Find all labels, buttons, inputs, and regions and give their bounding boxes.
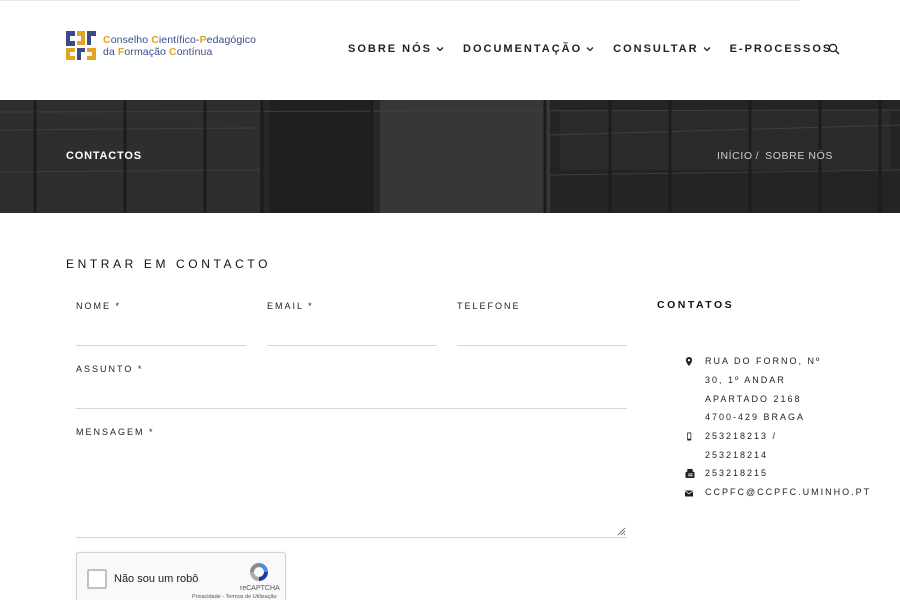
nav-label: E-PROCESSOS (729, 43, 833, 55)
email-link[interactable]: CCPFC@CCPFC.UMINHO.PT (705, 483, 871, 502)
site-logo[interactable]: Conselho Científico-Pedagógico da Formaç… (66, 31, 256, 60)
resize-grip-icon[interactable] (617, 527, 626, 536)
logo-word: ormação (124, 45, 169, 58)
recaptcha-label: Não sou um robô (114, 573, 199, 585)
nav-item-documentacao[interactable]: DOCUMENTAÇÃO (463, 43, 594, 55)
breadcrumb: INÍCIO / SOBRE NÓS (717, 150, 833, 162)
breadcrumb-sobre-nos[interactable]: SOBRE NÓS (765, 150, 833, 162)
logo-word: ientífico- (158, 33, 200, 46)
assunto-field[interactable] (76, 387, 627, 409)
breadcrumb-inicio[interactable]: INÍCIO (717, 150, 753, 162)
nav-item-e-processos[interactable]: E-PROCESSOS (730, 43, 833, 55)
mensagem-textarea[interactable] (76, 448, 627, 538)
logo-initial-c: C (103, 33, 111, 46)
recaptcha-widget: Não sou um robô reCAPTCHA Privacidade - … (76, 552, 286, 600)
nav-label: CONSULTAR (613, 43, 699, 55)
nav-label: SOBRE NÓS (348, 43, 433, 55)
address-line: APARTADO 2168 (705, 394, 802, 404)
mobile-phone-icon (687, 432, 692, 441)
email-field[interactable] (267, 324, 437, 346)
envelope-icon (685, 490, 693, 497)
logo-word: onselho (110, 33, 152, 46)
search-icon[interactable] (828, 43, 840, 55)
logo-word: da (103, 45, 118, 58)
chevron-down-icon (586, 47, 594, 52)
logo-initial-c: C (151, 33, 159, 46)
page-banner: CONTACTOS INÍCIO / SOBRE NÓS (0, 100, 900, 213)
address-line: 30, 1º ANDAR (705, 375, 786, 385)
contacts-title: CONTATOS (657, 299, 735, 311)
address-line: RUA DO FORNO, Nº (705, 356, 822, 366)
recaptcha-links[interactable]: Privacidade - Termos de Utilização (192, 594, 277, 600)
nome-label: NOME * (76, 301, 122, 311)
nav-item-consultar[interactable]: CONSULTAR (613, 43, 711, 55)
ccpfc-logo-mark (66, 31, 96, 60)
recaptcha-logo-icon (250, 563, 268, 581)
nav-label: DOCUMENTAÇÃO (463, 43, 583, 55)
form-title: ENTRAR EM CONTACTO (66, 257, 272, 271)
logo-initial-c: C (169, 45, 177, 58)
telefone-label: TELEFONE (457, 301, 521, 311)
fax-line: 253218215 (705, 468, 769, 478)
nav-item-sobre-nos[interactable]: SOBRE NÓS (348, 43, 444, 55)
map-pin-icon (685, 357, 693, 366)
logo-text: Conselho Científico-Pedagógico da Formaç… (103, 34, 256, 58)
nome-field[interactable] (76, 324, 246, 346)
logo-initial-p: P (199, 33, 207, 46)
recaptcha-brand: reCAPTCHA (240, 585, 280, 592)
phone-line[interactable]: 253218213 / (705, 427, 777, 446)
email-label: EMAIL * (267, 301, 314, 311)
chevron-down-icon (703, 47, 711, 52)
chevron-down-icon (436, 47, 444, 52)
breadcrumb-separator: / (755, 150, 760, 162)
page-title: CONTACTOS (66, 150, 142, 162)
assunto-label: ASSUNTO * (76, 364, 144, 374)
logo-line-1: Conselho Científico-Pedagógico (103, 34, 256, 46)
main-nav: SOBRE NÓS DOCUMENTAÇÃO CONSULTAR E-PROCE… (348, 43, 851, 55)
phone-line[interactable]: 253218214 (705, 446, 768, 465)
address-line: 4700-429 BRAGA (705, 412, 806, 422)
fax-icon (685, 469, 695, 478)
telefone-field[interactable] (457, 324, 627, 346)
recaptcha-checkbox[interactable] (87, 569, 107, 589)
mensagem-label: MENSAGEM * (76, 427, 155, 437)
logo-word: edagógico (206, 33, 257, 46)
top-divider (0, 0, 800, 1)
logo-word: ontínua (176, 45, 213, 58)
logo-line-2: da Formação Contínua (103, 46, 256, 58)
